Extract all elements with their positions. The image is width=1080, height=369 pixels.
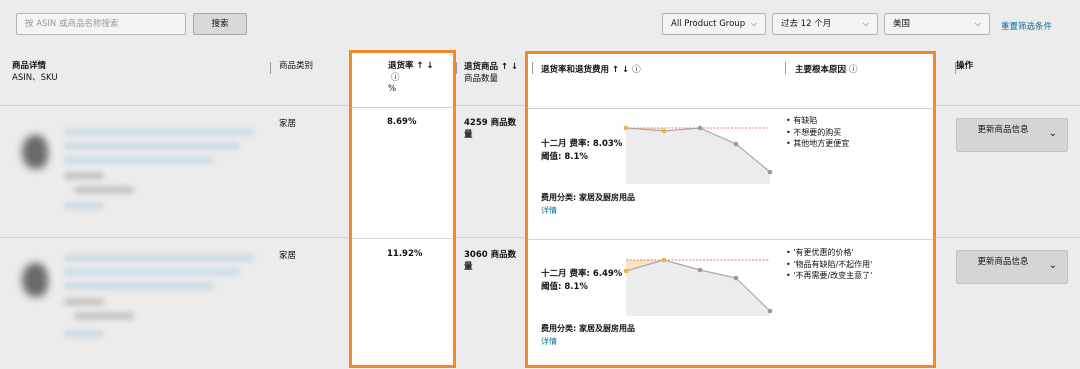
product-group-select[interactable]: All Product Group ⌵ — [662, 13, 766, 35]
current-rate: 十二月 费率: 6.49% — [541, 269, 623, 279]
return-rate-highlight — [349, 50, 456, 368]
list-item: 其他地方更便宜 — [786, 138, 849, 150]
return-qty-header-label: 退货商品 ↑ ↓ — [464, 62, 519, 72]
chevron-down-icon: ⌵ — [750, 19, 757, 28]
trend-point — [697, 125, 703, 131]
return-rate-trend-chart — [623, 257, 773, 316]
divider — [528, 108, 933, 109]
reset-filters-link[interactable]: 重置筛选条件 — [1001, 20, 1052, 32]
column-divider — [532, 62, 533, 74]
current-rate: 十二月 费率: 8.03% — [541, 139, 623, 149]
return-qty-header-sub: 商品数量 — [464, 74, 499, 84]
details-link[interactable]: 详情 — [541, 336, 557, 347]
update-listing-button[interactable]: 更新商品信息 ⌄ — [956, 118, 1068, 152]
divider — [352, 238, 453, 239]
trend-point — [733, 275, 739, 281]
current-rate-block: 十二月 费率: 8.03% 阈值: 8.1% — [541, 138, 622, 164]
info-icon[interactable]: ⓘ — [632, 65, 641, 75]
divider — [528, 239, 933, 240]
update-listing-label: 更新商品信息 — [977, 125, 1029, 135]
details-header-sub: ASIN、SKU — [12, 73, 58, 83]
trend-point — [697, 267, 703, 273]
return-qty-value: 4259 商品数量 — [464, 118, 517, 140]
update-listing-label: 更新商品信息 — [977, 257, 1029, 267]
product-link-blurred — [64, 203, 104, 209]
info-icon[interactable]: ⓘ — [849, 65, 858, 75]
trend-point — [623, 125, 629, 131]
product-sku-blurred — [74, 313, 134, 319]
return-rate-trend-chart — [623, 125, 773, 184]
product-title-blurred — [64, 283, 214, 289]
rate-fee-column-header[interactable]: 退货率和退货费用 ↑ ↓ ⓘ — [541, 63, 641, 75]
trend-area — [626, 260, 770, 316]
trend-point — [661, 257, 667, 263]
root-cause-header-label: 主要根本原因 — [795, 65, 847, 75]
search-button[interactable]: 搜索 — [193, 13, 247, 35]
column-divider — [456, 62, 457, 74]
return-rate-header-label: 退货率 ↑ ↓ — [388, 61, 434, 71]
product-image — [22, 263, 48, 297]
root-cause-list: '有更优惠的价格' '物品有缺陷/不起作用' '不再需要/改变主意了' — [786, 247, 872, 282]
details-column-header: 商品详情 ASIN、SKU — [12, 60, 58, 84]
root-cause-list: 有缺陷 不想要的购买 其他地方更便宜 — [786, 115, 849, 150]
trend-point — [733, 141, 739, 147]
trend-point — [767, 308, 773, 314]
details-header-label: 商品详情 — [12, 61, 47, 71]
list-item: 不想要的购买 — [786, 127, 849, 139]
trend-point — [767, 169, 773, 175]
period-select[interactable]: 过去 12 个月 ⌵ — [772, 13, 878, 35]
return-rate-unit: % — [388, 84, 397, 94]
product-title-blurred — [64, 143, 240, 149]
product-title-blurred — [64, 255, 254, 261]
return-qty-value: 3060 商品数量 — [464, 250, 517, 272]
product-title-blurred — [64, 129, 254, 135]
return-rate-column-header[interactable]: 退货率 ↑ ↓ ⓘ % — [388, 61, 434, 96]
current-rate-block: 十二月 费率: 6.49% 阈值: 8.1% — [541, 268, 622, 294]
category-value: 家居 — [279, 119, 297, 129]
list-item: '有更优惠的价格' — [786, 247, 872, 259]
return-rate-value: 8.69% — [387, 117, 417, 127]
rate-fee-highlight — [525, 51, 936, 368]
search-input[interactable]: 按 ASIN 或商品名称搜索 — [16, 13, 186, 35]
product-image — [22, 135, 48, 169]
product-asin-blurred — [64, 299, 104, 305]
product-link-blurred — [64, 331, 104, 337]
chevron-down-icon: ⌵ — [862, 19, 869, 28]
list-item: '物品有缺陷/不起作用' — [786, 259, 872, 271]
actions-column-header: 操作 — [956, 61, 974, 71]
fee-category: 费用分类: 家居及厨房用品 — [541, 324, 635, 333]
divider — [352, 107, 453, 108]
details-link[interactable]: 详情 — [541, 205, 557, 216]
product-title-blurred — [64, 157, 214, 163]
update-listing-button[interactable]: 更新商品信息 ⌄ — [956, 250, 1068, 284]
trend-area — [626, 128, 770, 184]
trend-point — [661, 128, 667, 134]
product-asin-blurred — [64, 173, 104, 179]
chevron-down-icon: ⌄ — [1048, 128, 1057, 139]
category-column-header: 商品类别 — [279, 61, 314, 71]
threshold: 阈值: 8.1% — [541, 282, 588, 292]
period-value: 过去 12 个月 — [781, 19, 832, 29]
chevron-down-icon: ⌵ — [974, 19, 981, 28]
product-group-value: All Product Group — [671, 19, 746, 29]
fee-category: 费用分类: 家居及厨房用品 — [541, 193, 635, 202]
country-value: 美国 — [893, 19, 911, 29]
return-qty-column-header[interactable]: 退货商品 ↑ ↓ 商品数量 — [464, 61, 518, 85]
trend-point — [623, 268, 629, 274]
country-select[interactable]: 美国 ⌵ — [884, 13, 990, 35]
root-cause-column-header: 主要根本原因 ⓘ — [795, 63, 858, 75]
category-value: 家居 — [279, 251, 297, 261]
list-item: '不再需要/改变主意了' — [786, 270, 872, 282]
product-sku-blurred — [74, 187, 134, 193]
column-divider — [270, 62, 271, 74]
list-item: 有缺陷 — [786, 115, 849, 127]
rate-fee-header-label: 退货率和退货费用 ↑ ↓ — [541, 65, 630, 75]
product-title-blurred — [64, 269, 240, 275]
chevron-down-icon: ⌄ — [1048, 260, 1057, 271]
threshold: 阈值: 8.1% — [541, 152, 588, 162]
info-icon[interactable]: ⓘ — [388, 73, 434, 85]
column-divider — [785, 62, 786, 74]
return-rate-value: 11.92% — [387, 249, 423, 259]
